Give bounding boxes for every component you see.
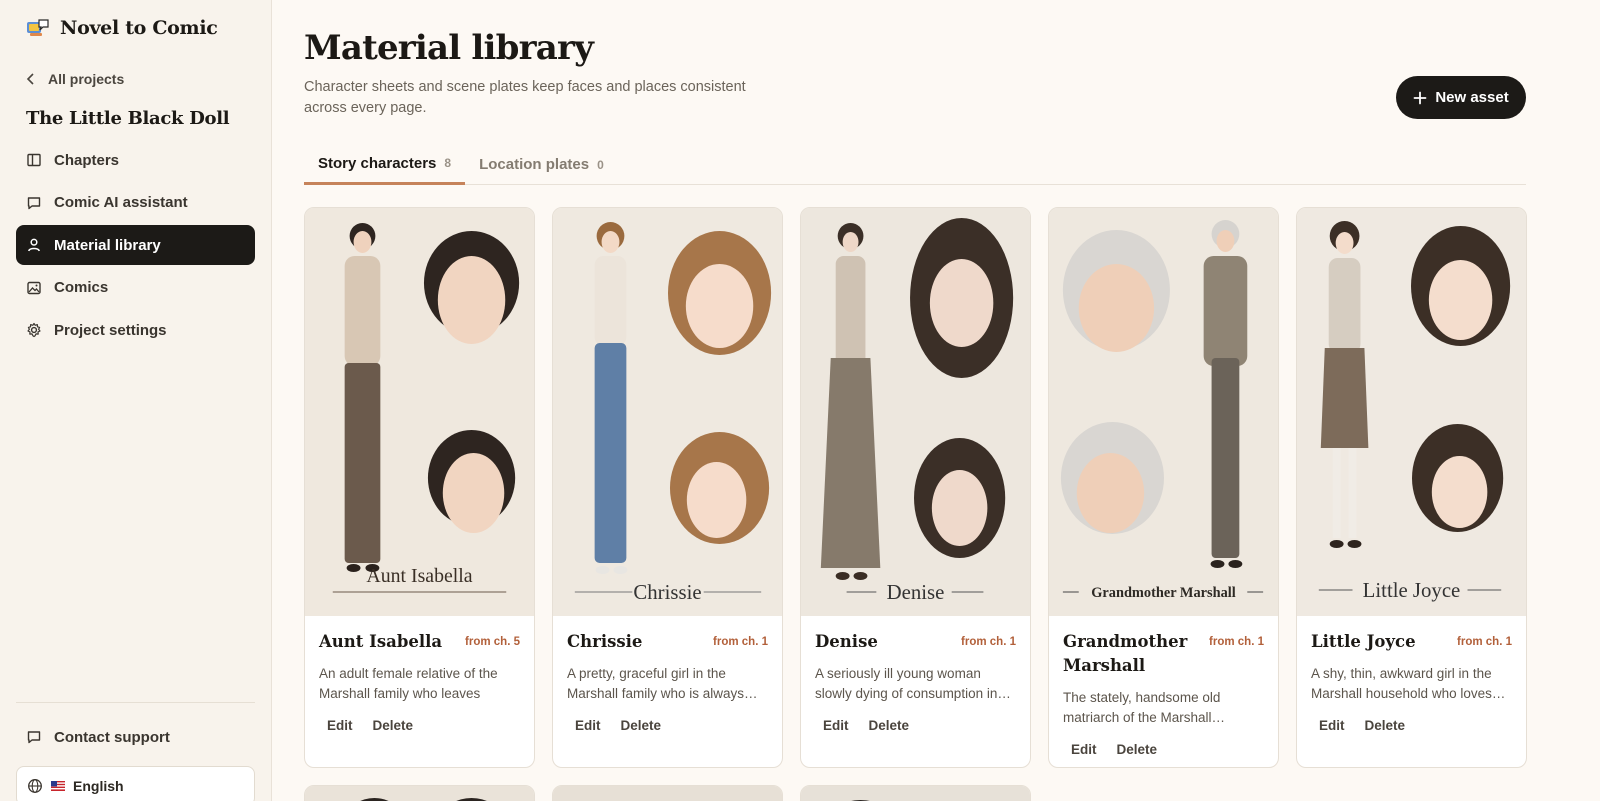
sidebar-item-label: Material library	[54, 236, 161, 254]
character-card[interactable]: Aunt Isabella Aunt Isabella from ch. 5 A…	[304, 207, 535, 768]
sidebar-item-label: Comics	[54, 279, 109, 296]
character-description: A shy, thin, awkward girl in the Marshal…	[1311, 666, 1506, 701]
plus-icon	[1413, 91, 1427, 104]
delete-button[interactable]: Delete	[861, 714, 918, 737]
person-icon	[28, 238, 40, 252]
chat-icon	[27, 731, 41, 744]
image-caption: Little Joyce	[1363, 578, 1461, 602]
image-icon	[27, 281, 41, 294]
tab-location-plates[interactable]: Location plates 0	[465, 144, 618, 185]
sidebar-item-chapters[interactable]: Chapters	[16, 140, 255, 180]
character-sheet-image[interactable]	[305, 786, 534, 801]
sidebar-nav: Chapters Comic AI assistant Material lib…	[16, 140, 255, 353]
character-name: Grandmother Marshall	[1063, 632, 1188, 675]
delete-button[interactable]: Delete	[365, 714, 422, 737]
tab-count: 0	[597, 157, 604, 172]
tab-label: Location plates	[479, 156, 590, 173]
character-name: Aunt Isabella	[319, 632, 443, 651]
main-content: Material library Character sheets and sc…	[304, 0, 1527, 801]
new-asset-label: New asset	[1435, 89, 1509, 106]
book-icon	[27, 153, 41, 167]
sidebar-item-comic-ai-assistant[interactable]: Comic AI assistant	[16, 183, 255, 223]
new-asset-button[interactable]: New asset	[1396, 76, 1526, 119]
character-sheet-image[interactable]	[553, 786, 782, 801]
brand[interactable]: Novel to Comic	[26, 14, 218, 42]
image-caption: Aunt Isabella	[366, 565, 472, 587]
chat-icon	[27, 196, 41, 209]
image-caption: Chrissie	[633, 580, 701, 604]
character-sheet-image[interactable]: Aunt Isabella	[305, 208, 534, 616]
edit-button[interactable]: Edit	[1063, 738, 1105, 761]
all-projects-label: All projects	[48, 71, 125, 87]
image-caption: Grandmother Marshall	[1091, 585, 1236, 601]
character-card[interactable]: Little Joyce Little Joyce from ch. 1 A s…	[1296, 207, 1527, 768]
sidebar-item-comics[interactable]: Comics	[16, 268, 255, 308]
sidebar-divider	[16, 702, 255, 703]
contact-support-label: Contact support	[54, 728, 170, 746]
character-description: The stately, handsome old matriarch of t…	[1063, 690, 1226, 725]
character-sheet-image[interactable]	[801, 786, 1030, 801]
character-name: Chrissie	[567, 632, 643, 651]
chapter-badge: from ch. 1	[961, 636, 1016, 648]
character-sheet-image[interactable]: Chrissie	[553, 208, 782, 616]
language-selector[interactable]: English	[16, 766, 255, 801]
sidebar-item-label: Project settings	[54, 321, 167, 339]
character-card[interactable]	[552, 785, 783, 801]
language-label: English	[73, 778, 124, 794]
project-title: The Little Black Doll	[26, 108, 230, 129]
chapter-badge: from ch. 1	[1457, 636, 1512, 648]
all-projects-link[interactable]: All projects	[26, 68, 124, 90]
character-card[interactable]: Grandmother Marshall Grandmother Marshal…	[1048, 207, 1279, 768]
character-card[interactable]: Chrissie Chrissie from ch. 1 A pretty, g…	[552, 207, 783, 768]
asset-tabs: Story characters 8 Location plates 0	[304, 144, 1526, 185]
sidebar-item-label: Chapters	[54, 151, 120, 169]
delete-button[interactable]: Delete	[1357, 714, 1414, 737]
character-sheet-image[interactable]: Denise	[801, 208, 1030, 616]
contact-support-link[interactable]: Contact support	[26, 726, 170, 748]
character-card[interactable]: Denise Denise from ch. 1 A seriously ill…	[800, 207, 1031, 768]
edit-button[interactable]: Edit	[1311, 714, 1353, 737]
sidebar-item-project-settings[interactable]: Project settings	[16, 310, 255, 350]
character-description: A seriously ill young woman slowly dying…	[815, 666, 1011, 701]
chapter-badge: from ch. 1	[713, 636, 768, 648]
comic-book-logo-icon	[27, 19, 49, 36]
edit-button[interactable]: Edit	[567, 714, 609, 737]
globe-icon	[28, 779, 42, 793]
sidebar-item-material-library[interactable]: Material library	[16, 225, 255, 265]
character-card[interactable]	[304, 785, 535, 801]
character-sheet-image[interactable]: Little Joyce	[1297, 208, 1526, 616]
character-name: Little Joyce	[1311, 632, 1416, 651]
tab-label: Story characters	[318, 154, 437, 172]
us-flag-icon	[51, 781, 65, 791]
delete-button[interactable]: Delete	[613, 714, 670, 737]
edit-button[interactable]: Edit	[815, 714, 857, 737]
chapter-badge: from ch. 1	[1209, 636, 1264, 648]
delete-button[interactable]: Delete	[1109, 738, 1166, 761]
page-subtitle: Character sheets and scene plates keep f…	[304, 79, 746, 116]
chevron-left-icon	[26, 73, 34, 85]
character-description: A pretty, graceful girl in the Marshall …	[567, 666, 758, 701]
app-name: Novel to Comic	[60, 17, 218, 39]
image-caption: Denise	[887, 580, 945, 604]
character-description: An adult female relative of the Marshall…	[319, 666, 498, 701]
chapter-badge: from ch. 5	[465, 636, 520, 648]
sidebar-item-label: Comic AI assistant	[54, 194, 188, 211]
tab-count: 8	[444, 156, 452, 170]
sidebar: Novel to Comic All projects The Little B…	[0, 0, 272, 801]
character-sheet-image[interactable]: Grandmother Marshall	[1049, 208, 1278, 616]
character-card[interactable]	[800, 785, 1031, 801]
tab-story-characters[interactable]: Story characters 8	[304, 144, 466, 185]
page-title: Material library	[304, 28, 594, 68]
character-name: Denise	[815, 632, 878, 651]
edit-button[interactable]: Edit	[319, 714, 361, 737]
gear-icon	[27, 322, 41, 338]
